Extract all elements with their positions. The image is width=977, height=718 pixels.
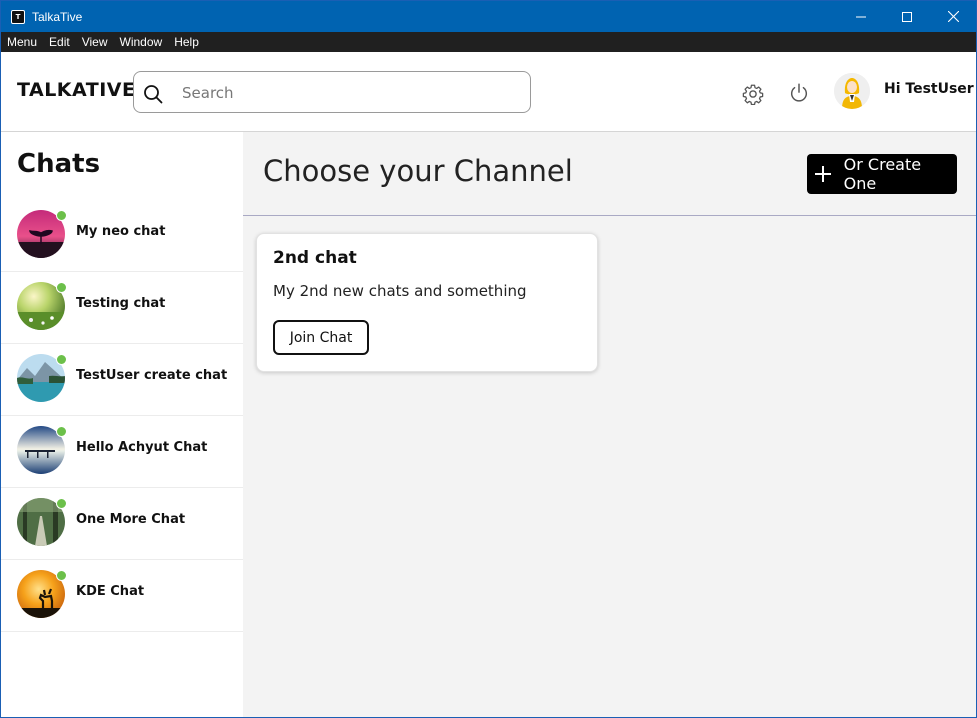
search-icon <box>144 85 163 104</box>
app-logo: TALKATIVE <box>17 79 136 101</box>
sidebar-title: Chats <box>17 149 101 179</box>
maximize-button[interactable] <box>884 1 930 32</box>
chat-name: TestUser create chat <box>76 368 228 383</box>
online-status-dot <box>56 426 67 437</box>
chat-list-item[interactable]: Testing chat <box>1 272 243 344</box>
menu-bar: Menu Edit View Window Help <box>1 32 976 52</box>
create-channel-label: Or Create One <box>843 155 922 193</box>
online-status-dot <box>56 354 67 365</box>
chat-name: One More Chat <box>76 512 186 527</box>
user-greeting: Hi TestUser <box>884 81 974 97</box>
minimize-icon <box>856 16 866 17</box>
channel-card-title: 2nd chat <box>273 248 357 268</box>
gear-icon[interactable] <box>742 83 764 105</box>
window-controls <box>838 1 976 32</box>
online-status-dot <box>56 498 67 509</box>
chat-name: Testing chat <box>76 296 166 311</box>
app-window: T TalkaTive Menu Edit View Window Help T… <box>0 0 977 718</box>
create-channel-button[interactable]: Or Create One <box>807 154 957 194</box>
chat-list-item[interactable]: TestUser create chat <box>1 344 243 416</box>
search-box[interactable] <box>133 71 531 113</box>
menu-item-menu[interactable]: Menu <box>1 32 43 52</box>
plus-icon <box>812 163 834 185</box>
maximize-icon <box>902 11 912 22</box>
chat-name: My neo chat <box>76 224 166 239</box>
chat-name: Hello Achyut Chat <box>76 440 208 455</box>
online-status-dot <box>56 282 67 293</box>
menu-item-view[interactable]: View <box>76 32 114 52</box>
menu-item-window[interactable]: Window <box>114 32 169 52</box>
main-content: Choose your Channel Or Create One 2nd ch… <box>243 132 976 717</box>
sidebar: Chats My neo chat Testing chat TestUser … <box>1 132 243 717</box>
app-header: TALKATIVE Hi TestUser <box>1 52 976 132</box>
chat-name: KDE Chat <box>76 584 145 599</box>
user-avatar[interactable] <box>834 73 870 109</box>
chat-list-item[interactable]: My neo chat <box>1 200 243 272</box>
app-icon: T <box>11 9 25 24</box>
online-status-dot <box>56 570 67 581</box>
menu-item-edit[interactable]: Edit <box>43 32 76 52</box>
power-icon[interactable] <box>788 82 810 104</box>
user-avatar-image <box>834 73 870 109</box>
page-title: Choose your Channel <box>263 154 573 188</box>
join-chat-button[interactable]: Join Chat <box>273 320 369 355</box>
chat-list-item[interactable]: Hello Achyut Chat <box>1 416 243 488</box>
title-bar[interactable]: T TalkaTive <box>1 1 976 32</box>
close-icon <box>947 11 959 22</box>
search-input[interactable] <box>182 82 512 104</box>
chat-list: My neo chat Testing chat TestUser create… <box>1 200 243 632</box>
chat-list-item[interactable]: One More Chat <box>1 488 243 560</box>
close-button[interactable] <box>930 1 976 32</box>
minimize-button[interactable] <box>838 1 884 32</box>
main-header: Choose your Channel Or Create One <box>243 132 976 216</box>
channel-card: 2nd chat My 2nd new chats and something … <box>256 233 598 372</box>
online-status-dot <box>56 210 67 221</box>
window-title: TalkaTive <box>32 9 83 24</box>
channel-card-description: My 2nd new chats and something <box>273 282 527 300</box>
menu-item-help[interactable]: Help <box>168 32 205 52</box>
chat-list-item[interactable]: KDE Chat <box>1 560 243 632</box>
